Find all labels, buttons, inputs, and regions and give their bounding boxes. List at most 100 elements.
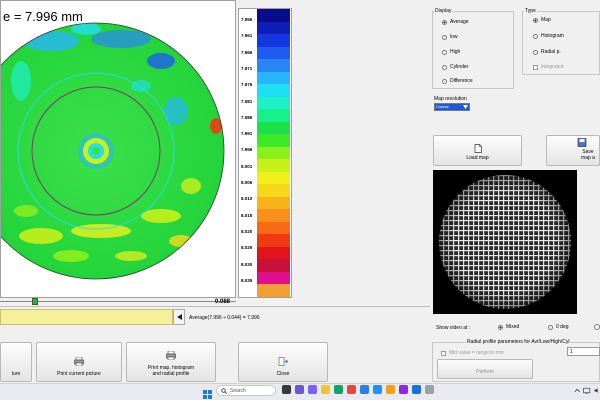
radio-indicator [442, 49, 447, 55]
chevron-up-icon[interactable] [574, 387, 580, 394]
colorbar-tick-label: 8.015 [241, 212, 253, 218]
colorbar-swatch [257, 221, 290, 235]
colorbar-swatch [257, 34, 290, 48]
show-video-label: Show video at : [436, 325, 471, 331]
mail-icon[interactable] [373, 385, 382, 394]
slider-value: 0.088 [215, 299, 231, 305]
winrar-icon[interactable] [399, 385, 408, 394]
colorbar-tick-label: 8.001 [241, 163, 253, 169]
colorbar-swatch [257, 21, 290, 35]
recycle-icon[interactable] [425, 385, 434, 394]
type-histogram-radio[interactable]: Histogram [533, 33, 564, 39]
colorbar-swatch [257, 9, 290, 23]
colorbar-tick-label: 8.010 [241, 196, 253, 202]
printer-icon [166, 351, 176, 360]
colorbar-swatch [257, 71, 290, 85]
colorbar-swatch [257, 171, 290, 185]
arrow-left-icon [176, 314, 182, 320]
chat-icon[interactable] [308, 385, 317, 394]
save-icon [577, 138, 587, 147]
radial-compute-button[interactable]: Perform [437, 359, 533, 379]
print-picture-button[interactable]: ture [0, 342, 32, 382]
colorbar-swatch [257, 209, 290, 223]
colorbar-swatch [257, 159, 290, 173]
store-icon[interactable] [360, 385, 369, 394]
mid-value-checkbox[interactable]: Mid value = range in mm [441, 350, 504, 356]
system-tray [574, 386, 600, 395]
display-difference-radio[interactable]: Difference [442, 78, 473, 84]
task-view-icon[interactable] [282, 385, 291, 394]
colorbar-swatch [257, 134, 290, 148]
colorbar-tick-label: 8.020 [241, 228, 253, 234]
colorbar-swatch [257, 284, 290, 298]
colorbar-swatch [257, 259, 290, 273]
colorbar-tick-label: 7.971 [241, 65, 253, 71]
colorbar-swatch [257, 196, 290, 210]
colorbar-tick-label: 7.966 [241, 49, 253, 55]
colorbar-tick-label: 7.976 [241, 82, 253, 88]
print-map-histogram-button[interactable]: Print map, histogram and radial profile [126, 342, 216, 382]
colorbar-tick-label: 7.961 [241, 33, 253, 39]
colorbar-panel: 7.956 7.961 7.966 7.971 7.976 7.981 7.986 7.991… [238, 8, 292, 298]
type-map-radio[interactable]: Map [533, 17, 551, 23]
video-0deg-radio[interactable]: 0 deg [548, 324, 569, 330]
display-average-radio[interactable]: Average [442, 19, 469, 25]
map-resolution-label: Map resolution [434, 96, 467, 102]
colorbar-swatch [257, 246, 290, 260]
colorbar-tick-label: 7.991 [241, 131, 253, 137]
start-button[interactable] [203, 386, 212, 399]
display-high-radio[interactable]: High [442, 49, 460, 55]
integrated-checkbox[interactable]: Integrated [533, 64, 564, 70]
meet-icon[interactable] [295, 385, 304, 394]
colorbar-tick-label: 7.996 [241, 147, 253, 153]
checkbox-box [533, 64, 538, 70]
edge-icon[interactable] [334, 385, 343, 394]
load-map-button[interactable]: Load map [433, 135, 522, 166]
close-button[interactable]: Close [238, 342, 328, 382]
map-resolution-select[interactable]: Coarse [434, 103, 470, 111]
radio-indicator [498, 324, 503, 330]
status-arrow-button[interactable] [173, 309, 185, 325]
type-radial-radio[interactable]: Radial p. [533, 49, 561, 55]
app-icon[interactable] [386, 385, 395, 394]
colorbar-tick-label: 8.035 [241, 277, 253, 283]
radio-indicator [442, 78, 447, 84]
display-cylinder-radio[interactable]: Cylinder [442, 64, 468, 70]
colorbar-swatch [257, 96, 290, 110]
threshold-slider[interactable] [0, 298, 236, 305]
windows-logo-icon [203, 390, 212, 399]
radial-profile-title: Radial profile parameters for Avr/Low/Hi… [466, 339, 571, 345]
radial-value-input[interactable]: 1 [567, 347, 600, 356]
radio-indicator [533, 49, 538, 55]
taskbar-search[interactable]: Search [216, 385, 276, 396]
colorbar-tick-label: 8.025 [241, 245, 253, 251]
checkbox-box [441, 350, 446, 356]
slider-thumb[interactable] [32, 298, 38, 305]
network-icon[interactable] [583, 387, 591, 394]
chrome-icon[interactable] [347, 385, 356, 394]
colorbar-swatch [257, 59, 290, 73]
radio-indicator [442, 64, 447, 70]
colorbar-tick-label: 8.030 [241, 261, 253, 267]
radio-indicator [442, 19, 447, 25]
print-current-picture-button[interactable]: Print current picture [36, 342, 122, 382]
video-extra-radio[interactable] [594, 324, 600, 330]
explorer-icon[interactable] [321, 385, 330, 394]
grid-pattern-image [439, 175, 571, 309]
video-mixed-radio[interactable]: Mixed [498, 324, 519, 330]
colorbar-tick-label: 7.986 [241, 114, 253, 120]
radio-indicator [533, 33, 538, 39]
colorbar-swatch [257, 234, 290, 248]
colorbar-tick-label: 7.956 [241, 17, 253, 22]
save-map-button[interactable]: Save map a [546, 135, 600, 166]
display-group-title: Display [434, 8, 453, 14]
exit-door-icon [278, 357, 288, 366]
radio-indicator [548, 324, 553, 330]
volume-icon[interactable] [594, 387, 600, 394]
colorbar-swatch [257, 109, 290, 123]
colorbar-swatches [257, 9, 290, 298]
pdf-icon[interactable] [412, 385, 421, 394]
colorbar-swatch [257, 46, 290, 60]
colorbar-swatch [257, 146, 290, 160]
display-low-radio[interactable]: low [442, 34, 458, 40]
